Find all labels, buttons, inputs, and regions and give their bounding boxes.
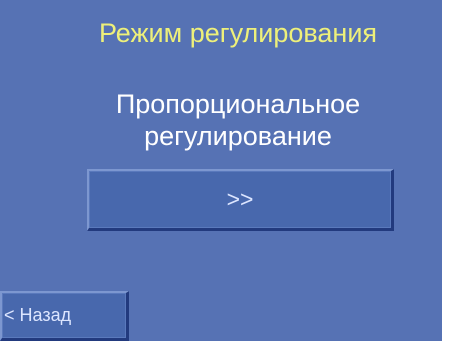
screen-title: Режим регулирования [98,18,378,48]
control-mode-screen: Режим регулирования Пропорциональное рег… [0,0,451,341]
mode-text-line-2: регулирование [144,121,332,151]
mode-text-line-1: Пропорциональное [115,89,361,119]
next-mode-button[interactable]: >> [87,169,394,231]
selected-control-mode: Пропорциональное регулирование [0,88,442,152]
back-button[interactable]: < Назад [0,291,129,341]
